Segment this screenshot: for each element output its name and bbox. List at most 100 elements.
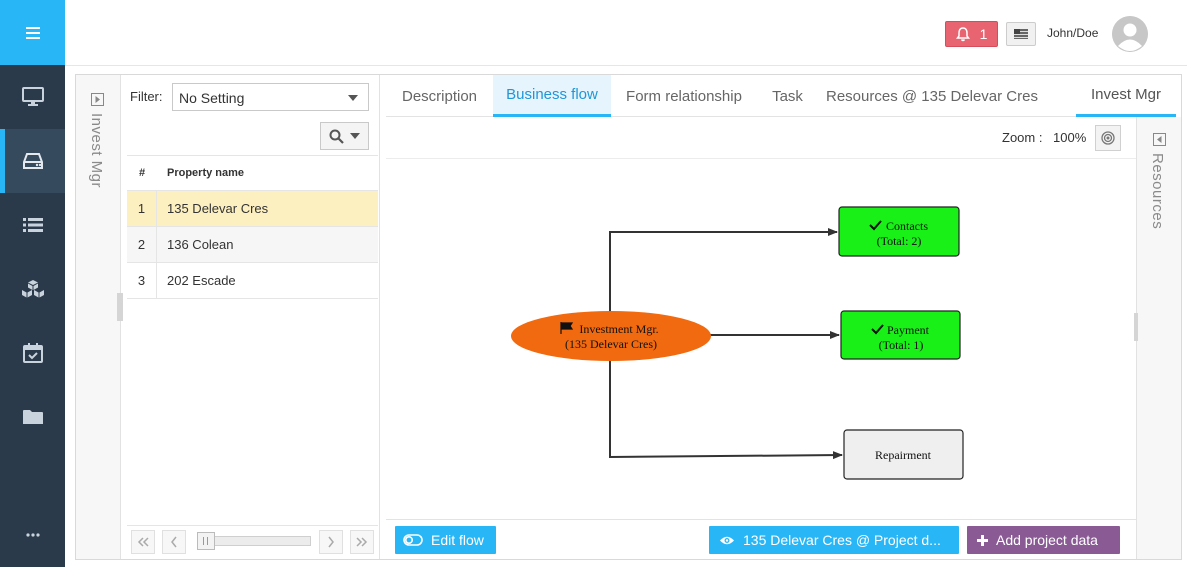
node-label: Repairment — [875, 448, 932, 462]
sidebar-item-inbox[interactable] — [0, 129, 65, 193]
table-header: # Property name — [127, 155, 378, 191]
flow-canvas: Investment Mgr. (135 Delevar Cres) Conta… — [386, 159, 1147, 519]
zoom-toolbar: Zoom : 100% — [386, 117, 1147, 159]
table-row[interactable]: 3 202 Escade — [127, 263, 378, 299]
user-avatar-icon — [1112, 16, 1148, 52]
chevron-down-icon — [350, 133, 360, 139]
tab-bar: Description Business flow Form relations… — [386, 75, 1176, 117]
eye-icon — [720, 536, 734, 544]
table-row[interactable]: 2 136 Colean — [127, 227, 378, 263]
node-sublabel: (135 Delevar Cres) — [565, 337, 657, 351]
filter-label: Filter: — [130, 89, 163, 104]
target-icon — [1101, 131, 1115, 145]
sidebar-item-calendar[interactable] — [0, 321, 65, 385]
page-slider[interactable] — [197, 532, 311, 550]
menu-toggle-button[interactable] — [0, 0, 65, 65]
sidebar-item-dashboard[interactable] — [0, 65, 65, 129]
connector-start-to-repairment[interactable] — [609, 357, 843, 460]
grip-icon — [203, 537, 208, 545]
resources-panel-label: Resources — [1149, 153, 1166, 230]
flow-node-contacts[interactable]: Contacts (Total: 2) — [838, 206, 960, 257]
resources-collapsed-panel[interactable]: Resources — [1134, 117, 1181, 559]
sidebar-more-button[interactable] — [0, 503, 65, 567]
right-splitter-handle[interactable] — [1134, 313, 1138, 341]
top-header: 1 John/Doe — [65, 0, 1187, 66]
search-button[interactable] — [320, 122, 369, 150]
column-header-number[interactable]: # — [127, 156, 157, 190]
list-icon — [22, 218, 43, 232]
monitor-icon — [21, 87, 44, 106]
toggle-icon — [403, 534, 423, 546]
double-chevron-left-icon — [137, 537, 149, 547]
flow-node-payment[interactable]: Payment (Total: 1) — [840, 310, 961, 360]
node-label: Contacts — [886, 219, 928, 233]
connector-start-to-contacts[interactable] — [609, 228, 838, 313]
next-page-button[interactable] — [319, 530, 343, 554]
column-header-property-name[interactable]: Property name — [157, 167, 244, 179]
add-project-data-button[interactable]: Add project data — [967, 526, 1120, 554]
view-project-data-label: 135 Delevar Cres @ Project d... — [743, 532, 941, 548]
row-number: 1 — [127, 191, 157, 226]
sidebar-item-list[interactable] — [0, 193, 65, 257]
zoom-reset-button[interactable] — [1095, 125, 1121, 151]
node-sublabel: (Total: 2) — [877, 234, 922, 248]
node-label: Investment Mgr. — [579, 322, 658, 336]
edit-flow-label: Edit flow — [431, 532, 484, 548]
previous-page-button[interactable] — [162, 530, 186, 554]
tab-resources[interactable]: Resources @ 135 Delevar Cres — [818, 75, 1046, 117]
flow-footer: Edit flow 135 Delevar Cres @ Project d..… — [386, 519, 1147, 559]
table-row[interactable]: 1 135 Delevar Cres — [127, 191, 378, 227]
row-number: 3 — [127, 263, 157, 298]
notification-count: 1 — [979, 26, 988, 42]
invest-mgr-collapsed-panel[interactable]: Invest Mgr — [76, 75, 121, 559]
node-label: Payment — [887, 323, 930, 337]
first-page-button[interactable] — [131, 530, 155, 554]
inbox-icon — [22, 153, 43, 169]
last-page-button[interactable] — [350, 530, 374, 554]
user-name[interactable]: John/Doe — [1047, 26, 1098, 40]
view-project-data-button[interactable]: 135 Delevar Cres @ Project d... — [709, 526, 959, 554]
list-splitter-handle[interactable] — [119, 293, 123, 321]
calendar-check-icon — [22, 343, 43, 363]
expand-panel-icon[interactable] — [91, 93, 104, 106]
flow-node-investment-mgr[interactable]: Investment Mgr. (135 Delevar Cres) — [511, 311, 711, 361]
language-button[interactable] — [1006, 22, 1036, 46]
pager — [127, 525, 378, 555]
flag-icon — [1014, 29, 1028, 39]
row-property-name: 202 Escade — [167, 273, 236, 288]
property-table: # Property name 1 135 Delevar Cres 2 136… — [127, 155, 378, 299]
chevron-right-icon — [328, 536, 334, 548]
double-chevron-right-icon — [356, 537, 368, 547]
hamburger-icon — [25, 26, 40, 39]
notification-button[interactable]: 1 — [945, 21, 998, 47]
sidebar-item-packages[interactable] — [0, 257, 65, 321]
row-property-name: 136 Colean — [167, 237, 234, 252]
zoom-value: 100% — [1053, 130, 1087, 145]
expand-panel-icon[interactable] — [1153, 133, 1166, 146]
zoom-label: Zoom : — [1002, 130, 1043, 145]
flow-diagram: Investment Mgr. (135 Delevar Cres) Conta… — [511, 206, 964, 480]
tab-business-flow[interactable]: Business flow — [493, 75, 611, 117]
chevron-left-icon — [171, 536, 177, 548]
row-property-name: 135 Delevar Cres — [167, 201, 269, 216]
more-icon — [25, 533, 40, 537]
edit-flow-button[interactable]: Edit flow — [395, 526, 496, 554]
tab-description[interactable]: Description — [386, 75, 493, 117]
filter-select[interactable]: No Setting — [172, 83, 369, 111]
flow-node-repairment[interactable]: Repairment — [843, 429, 964, 480]
cubes-icon — [21, 280, 44, 298]
add-project-data-label: Add project data — [996, 532, 1098, 548]
bell-icon — [955, 26, 970, 41]
page-slider-handle[interactable] — [197, 532, 215, 550]
sidebar-item-folder[interactable] — [0, 385, 65, 449]
row-number: 2 — [127, 227, 157, 262]
avatar[interactable] — [1112, 16, 1148, 52]
business-flow-panel: Description Business flow Form relations… — [386, 75, 1176, 559]
tab-form-relationship[interactable]: Form relationship — [611, 75, 757, 117]
node-sublabel: (Total: 1) — [879, 338, 924, 352]
property-list-panel: Filter: No Setting # Property name 1 135… — [119, 75, 380, 559]
left-sidebar — [0, 0, 65, 567]
filter-selected-value: No Setting — [179, 90, 245, 106]
tab-invest-mgr[interactable]: Invest Mgr — [1076, 75, 1176, 117]
tab-task[interactable]: Task — [757, 75, 818, 117]
